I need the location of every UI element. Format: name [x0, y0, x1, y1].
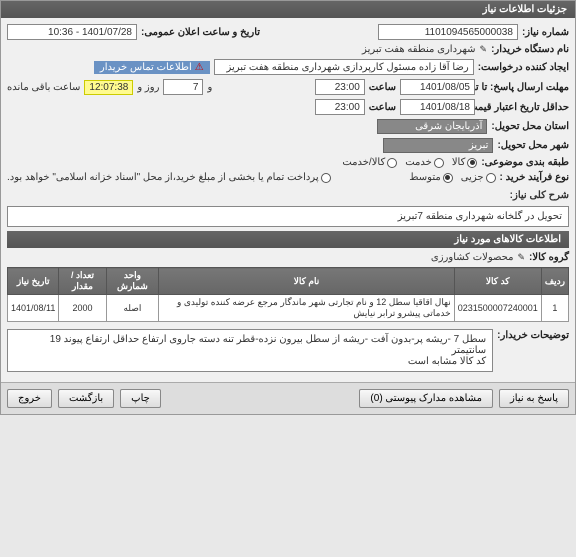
need-no-value: 1101094565000038 [378, 24, 518, 40]
panel-header: جزئیات اطلاعات نیاز [1, 1, 575, 18]
buyer-notes-box: سطل 7 -ریشه پر-بدون آفت -ریشه از سطل بیر… [7, 329, 493, 372]
panel-title: جزئیات اطلاعات نیاز [483, 4, 567, 15]
validity-date: 1401/08/18 [400, 99, 475, 115]
time-label-1: ساعت [369, 82, 396, 93]
days-suffix: روز و [137, 82, 159, 93]
radio-both[interactable]: کالا/خدمت [342, 157, 397, 168]
back-button[interactable]: بازگشت [58, 389, 114, 408]
th-name: نام کالا [159, 268, 454, 295]
radio-goods[interactable]: کالا [452, 157, 478, 168]
buyer-label: نام دستگاه خریدار: [491, 44, 569, 55]
pencil-icon [480, 44, 488, 55]
countdown-timer: 12:07:38 [84, 80, 133, 95]
remaining-label: ساعت باقی مانده [7, 82, 80, 93]
items-table: ردیف کد کالا نام کالا واحد شمارش تعداد /… [7, 267, 569, 322]
validity-label: حداقل تاریخ اعتبار قیمت: تا تاریخ: [479, 102, 569, 113]
th-row: ردیف [541, 268, 568, 295]
th-need-date: تاریخ نیاز [8, 268, 59, 295]
category-radio-group: کالا خدمت کالا/خدمت [342, 157, 477, 168]
notes-line-2: کد کالا مشابه است [14, 356, 486, 367]
desc-label: شرح کلی نیاز: [7, 187, 569, 203]
pencil-icon-2 [517, 252, 525, 263]
items-section-header: اطلاعات کالاهای مورد نیاز [7, 231, 569, 248]
purchase-type-label: نوع فرآیند خرید : [500, 172, 569, 183]
radio-medium[interactable]: متوسط [409, 172, 452, 183]
province-value: آذربایجان شرقی [377, 119, 487, 134]
button-bar: پاسخ به نیاز مشاهده مدارک پیوستی (0) چاپ… [1, 382, 575, 414]
radio-small[interactable]: جزیی [461, 172, 496, 183]
table-row[interactable]: 1 0231500007240001 نهال اقاقیا سطل 12 و … [8, 295, 569, 322]
cell-need-date: 1401/08/11 [8, 295, 59, 322]
cell-unit: اصله [106, 295, 159, 322]
province-label: استان محل تحویل: [491, 121, 569, 132]
deadline-date: 1401/08/05 [400, 79, 475, 95]
buyer-value: شهرداری منطقه هفت تبریز [362, 44, 476, 55]
items-header-title: اطلاعات کالاهای مورد نیاز [454, 234, 561, 245]
th-code: کد کالا [454, 268, 541, 295]
th-qty: تعداد / مقدار [59, 268, 106, 295]
announce-value: 1401/07/28 - 10:36 [7, 24, 137, 40]
city-label: شهر محل تحویل: [497, 140, 569, 151]
announce-label: تاریخ و ساعت اعلان عمومی: [141, 27, 260, 38]
exit-button[interactable]: خروج [7, 389, 52, 408]
cell-idx: 1 [541, 295, 568, 322]
print-button[interactable]: چاپ [120, 389, 161, 408]
need-no-label: شماره نیاز: [522, 27, 569, 38]
validity-time: 23:00 [315, 99, 365, 115]
deadline-time: 23:00 [315, 79, 365, 95]
th-unit: واحد شمارش [106, 268, 159, 295]
respond-button[interactable]: پاسخ به نیاز [499, 389, 569, 408]
deadline-label: مهلت ارسال پاسخ: تا تاریخ: [479, 82, 569, 93]
cell-qty: 2000 [59, 295, 106, 322]
time-label-2: ساعت [369, 102, 396, 113]
warning-icon: ⚠ [195, 62, 204, 73]
creator-label: ایجاد کننده درخواست: [478, 62, 569, 73]
cell-name: نهال اقاقیا سطل 12 و نام تجارتی شهر ماند… [159, 295, 454, 322]
contact-badge-text: اطلاعات تماس خریدار [100, 62, 192, 73]
attachments-button[interactable]: مشاهده مدارک پیوستی (0) [359, 389, 493, 408]
treasury-note: پرداخت تمام یا بخشی از مبلغ خرید،از محل … [7, 172, 331, 183]
desc-box: تحویل در گلخانه شهرداری منطقه 7تبریز [7, 206, 569, 227]
days-and: و [207, 82, 212, 93]
cell-code: 0231500007240001 [454, 295, 541, 322]
group-value: محصولات کشاورزی [431, 252, 514, 263]
contact-info-button[interactable]: ⚠ اطلاعات تماس خریدار [94, 61, 210, 74]
days-value: 7 [163, 79, 203, 95]
category-label: طبقه بندی موضوعی: [481, 157, 569, 168]
notes-line-1: سطل 7 -ریشه پر-بدون آفت -ریشه از سطل بیر… [14, 334, 486, 356]
buyer-notes-label: توضیحات خریدار: [497, 326, 569, 341]
radio-service[interactable]: خدمت [405, 157, 444, 168]
group-label: گروه کالا: [529, 252, 569, 263]
purchase-type-radio-group: جزیی متوسط [409, 172, 495, 183]
creator-value: رضا آقا زاده مسئول کارپردازی شهرداری منط… [214, 59, 474, 75]
city-value: تبریز [383, 138, 493, 153]
